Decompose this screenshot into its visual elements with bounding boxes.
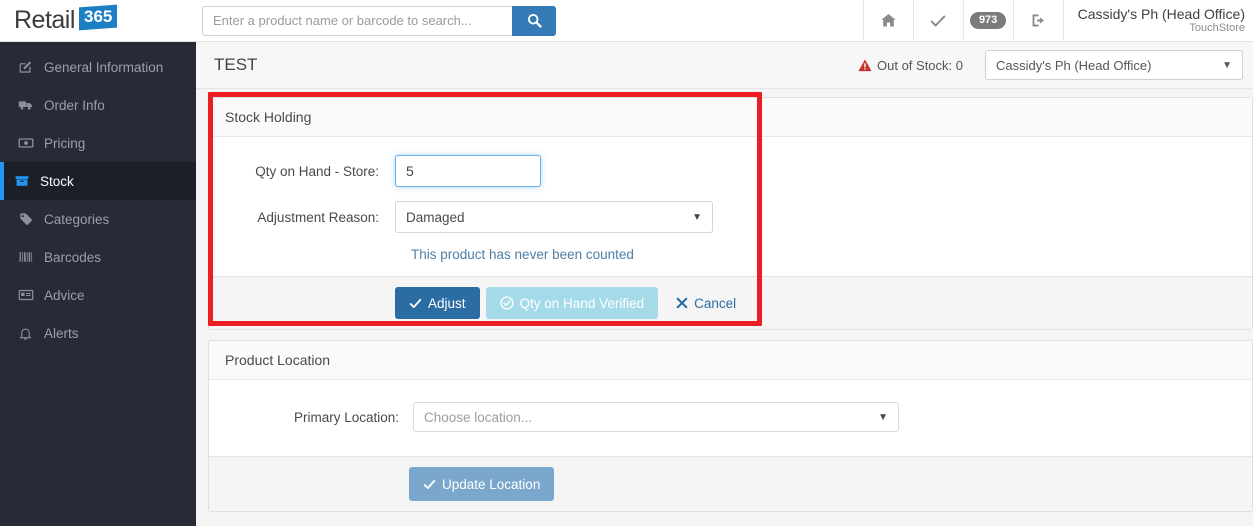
stock-holding-panel: Stock Holding Qty on Hand - Store: Adjus… [208,97,1253,330]
sidebar-item-label: Alerts [44,325,79,341]
money-bill-icon [18,135,44,151]
id-card-icon [18,287,44,303]
sidebar: General Information Order Info Pricing S… [0,42,196,526]
cancel-button[interactable]: Cancel [666,287,746,319]
product-location-title: Product Location [209,341,1252,380]
bell-icon [18,326,44,341]
update-location-button[interactable]: Update Location [409,467,555,501]
primary-location-select[interactable]: Choose location... ▼ [413,402,899,432]
cancel-button-label: Cancel [694,295,737,311]
search-area [202,0,556,41]
user-menu[interactable]: Cassidy's Ph (Head Office) TouchStore [1062,0,1253,41]
chevron-down-icon: ▼ [692,211,702,223]
qty-on-hand-row: Qty on Hand - Store: [225,155,1236,187]
sidebar-item-label: Barcodes [44,249,102,265]
never-counted-note-row: This product has never been counted [225,247,1236,262]
chevron-down-icon: ▼ [878,411,888,423]
close-icon [676,297,688,309]
top-spacer [556,0,863,41]
user-subtitle: TouchStore [1189,22,1245,35]
out-of-stock-status: Out of Stock: 0 [858,58,963,73]
chevron-down-icon: ▼ [1222,59,1232,71]
warning-triangle-icon [858,59,872,71]
adjustment-reason-row: Adjustment Reason: Damaged ▼ [225,201,1236,233]
top-icon-group: 973 Cassidy's Ph (Head Office) TouchStor… [862,0,1253,41]
brand-badge-text: 365 [83,7,113,26]
sidebar-item-label: Stock [40,173,74,189]
sidebar-item-label: General Information [44,59,164,75]
tag-icon [18,211,44,227]
count-badge-button[interactable]: 973 [962,0,1013,41]
store-select-value: Cassidy's Ph (Head Office) [996,57,1152,73]
sidebar-item-barcodes[interactable]: Barcodes [0,238,196,276]
store-select[interactable]: Cassidy's Ph (Head Office) ▼ [985,50,1243,80]
sidebar-item-label: Pricing [44,135,86,151]
adjustment-reason-value: Damaged [406,209,465,225]
sidebar-item-pricing[interactable]: Pricing [0,124,196,162]
home-icon [880,13,896,27]
barcode-icon [18,249,44,265]
sidebar-item-advice[interactable]: Advice [0,276,196,314]
primary-location-row: Primary Location: Choose location... ▼ [225,402,1236,432]
check-icon [423,479,436,489]
app-root: Retail 365 Enter a product name or barco… [0,0,1253,526]
sidebar-item-general-information[interactable]: General Information [0,48,196,86]
box-icon [14,173,40,189]
adjust-button-label: Adjust [428,295,466,311]
home-button[interactable] [862,0,913,41]
stock-holding-footer: Adjust Qty on Hand Verified Cancel [209,276,1252,329]
check-icon [409,298,422,308]
search-input[interactable] [202,5,512,36]
update-location-button-label: Update Location [442,476,541,492]
product-location-body: Primary Location: Choose location... ▼ [209,380,1252,456]
adjustment-reason-select[interactable]: Damaged ▼ [395,201,713,233]
panels-container: Stock Holding Qty on Hand - Store: Adjus… [196,89,1253,512]
count-badge: 973 [969,12,1007,29]
top-bar: Retail 365 Enter a product name or barco… [0,0,1253,42]
main-content: TEST Out of Stock: 0 Cassidy's Ph (Head … [196,42,1253,526]
sidebar-item-stock[interactable]: Stock [0,162,196,200]
page-header: TEST Out of Stock: 0 Cassidy's Ph (Head … [196,42,1253,89]
adjustment-reason-label: Adjustment Reason: [257,209,379,225]
adjust-button[interactable]: Adjust [395,287,480,319]
qty-on-hand-verified-button[interactable]: Qty on Hand Verified [485,287,659,319]
user-name: Cassidy's Ph (Head Office) [1077,6,1245,23]
product-location-panel: Product Location Primary Location: Choos… [208,340,1253,512]
page-title: TEST [214,55,258,74]
edit-square-icon [18,60,44,75]
sidebar-item-label: Order Info [44,97,105,113]
search-icon [527,13,542,28]
truck-icon [18,97,44,113]
primary-location-placeholder: Choose location... [424,409,533,425]
sidebar-item-categories[interactable]: Categories [0,200,196,238]
body-row: General Information Order Info Pricing S… [0,42,1253,526]
qty-verified-button-label: Qty on Hand Verified [519,295,645,311]
product-location-footer: Update Location [209,456,1252,511]
out-of-stock-label: Out of Stock: 0 [877,57,963,73]
qty-on-hand-input[interactable] [395,155,541,187]
qty-on-hand-label: Qty on Hand - Store: [255,163,379,179]
logout-button[interactable] [1012,0,1063,41]
sidebar-item-label: Advice [44,287,85,303]
sidebar-item-label: Categories [44,211,110,227]
sidebar-item-order-info[interactable]: Order Info [0,86,196,124]
stock-holding-body: Qty on Hand - Store: Adjustment Reason: … [209,137,1252,276]
sidebar-item-alerts[interactable]: Alerts [0,314,196,352]
primary-location-label: Primary Location: [293,409,399,425]
check-circle-icon [499,296,514,310]
brand-name: Retail [14,6,75,34]
stock-holding-title: Stock Holding [209,98,1252,137]
brand-badge: 365 [78,4,118,31]
search-button[interactable] [512,5,556,36]
never-counted-note: This product has never been counted [411,247,634,262]
verify-button[interactable] [912,0,963,41]
check-icon [930,15,946,26]
note-spacer [225,247,395,262]
brand-logo[interactable]: Retail 365 [0,0,196,41]
sign-out-icon [1032,14,1044,27]
